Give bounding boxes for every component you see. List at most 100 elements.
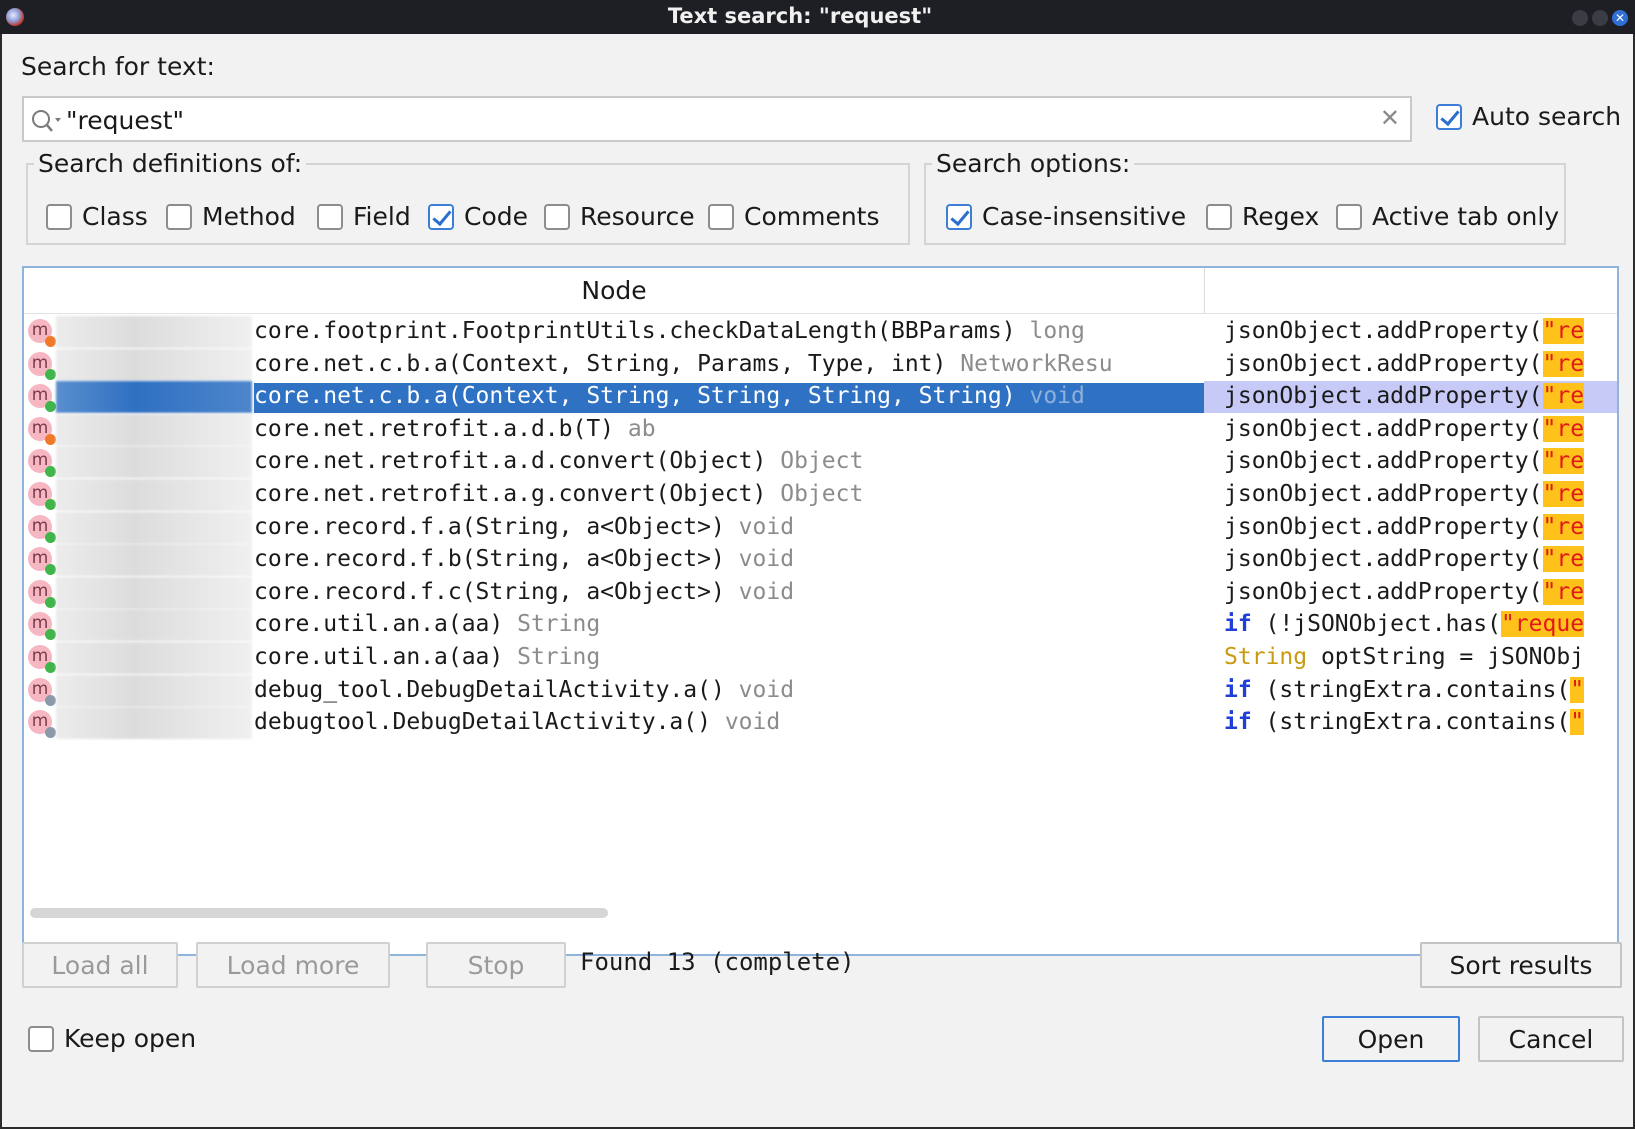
table-row[interactable]: m debugtool.DebugDetailActivity.a() void i… bbox=[24, 707, 1617, 740]
column-header-node[interactable]: Node bbox=[24, 276, 1204, 305]
code-cell[interactable]: if (stringExtra.contains(" bbox=[1224, 709, 1617, 739]
method-icon: m bbox=[28, 319, 56, 347]
checkbox-icon[interactable] bbox=[46, 203, 72, 230]
node-cell[interactable]: core.net.retrofit.a.d.convert(Object) Ob… bbox=[254, 448, 1204, 478]
load-all-button[interactable]: Load all bbox=[22, 942, 178, 988]
table-row[interactable]: m core.net.c.b.a(Context, String, String,… bbox=[24, 381, 1617, 414]
keep-open-checkbox[interactable]: Keep open bbox=[28, 1024, 196, 1053]
checkbox-icon[interactable] bbox=[317, 203, 343, 230]
redacted-area bbox=[56, 511, 252, 544]
node-cell[interactable]: core.record.f.a(String, a<Object>) void bbox=[254, 514, 1204, 544]
table-row[interactable]: m core.net.c.b.a(Context, String, Params,… bbox=[24, 348, 1617, 381]
code-cell[interactable]: jsonObject.addProperty("re bbox=[1224, 481, 1617, 511]
load-more-button[interactable]: Load more bbox=[196, 942, 390, 988]
minimize-button[interactable] bbox=[1572, 10, 1588, 26]
code-cell[interactable]: if (stringExtra.contains(" bbox=[1224, 676, 1617, 707]
node-cell[interactable]: core.record.f.c(String, a<Object>) void bbox=[254, 579, 1204, 609]
table-row[interactable]: m core.util.an.a(aa) String if (!jSONObjec… bbox=[24, 609, 1617, 642]
checkbox-icon[interactable] bbox=[708, 203, 734, 230]
code-fragment: String bbox=[1224, 644, 1308, 670]
node-cell[interactable]: core.net.retrofit.a.g.convert(Object) Ob… bbox=[254, 481, 1204, 511]
definitions-checkbox-class[interactable]: Class bbox=[46, 202, 148, 231]
code-fragment: "re bbox=[1542, 318, 1585, 344]
checkbox-icon[interactable] bbox=[28, 1025, 54, 1052]
sort-results-button[interactable]: Sort results bbox=[1420, 942, 1622, 988]
definitions-checkbox-comments[interactable]: Comments bbox=[708, 202, 880, 231]
code-cell[interactable]: jsonObject.addProperty("re bbox=[1224, 513, 1617, 544]
node-cell[interactable]: core.util.an.a(aa) String bbox=[254, 644, 1204, 674]
code-cell[interactable]: jsonObject.addProperty("re bbox=[1224, 578, 1617, 609]
definitions-checkbox-resource[interactable]: Resource bbox=[544, 202, 695, 231]
auto-search-checkbox[interactable]: Auto search bbox=[1436, 102, 1621, 131]
code-cell[interactable]: if (!jSONObject.has("reque bbox=[1224, 611, 1617, 641]
definitions-checkbox-field[interactable]: Field bbox=[317, 202, 411, 231]
checkbox-icon[interactable] bbox=[1336, 203, 1362, 230]
code-fragment: jsonObject.addProperty( bbox=[1224, 350, 1543, 377]
table-row[interactable]: m core.util.an.a(aa) String String optStri… bbox=[24, 642, 1617, 674]
node-cell[interactable]: core.footprint.FootprintUtils.checkDataL… bbox=[254, 318, 1204, 348]
horizontal-scrollbar[interactable] bbox=[30, 908, 608, 918]
table-row[interactable]: m core.footprint.FootprintUtils.checkData… bbox=[24, 316, 1617, 348]
node-cell[interactable]: core.net.c.b.a(Context, String, String, … bbox=[254, 383, 1204, 414]
node-cell[interactable]: core.record.f.b(String, a<Object>) void bbox=[254, 546, 1204, 576]
code-cell[interactable]: jsonObject.addProperty("re bbox=[1224, 350, 1617, 381]
checkbox-icon[interactable] bbox=[1436, 103, 1462, 130]
method-icon: m bbox=[28, 514, 56, 543]
code-fragment: (stringExtra.contains( bbox=[1251, 709, 1571, 736]
checkbox-icon[interactable] bbox=[428, 203, 454, 230]
open-button[interactable]: Open bbox=[1322, 1016, 1460, 1062]
redacted-area bbox=[56, 413, 252, 446]
checkbox-icon[interactable] bbox=[1206, 203, 1232, 230]
node-signature: core.footprint.FootprintUtils.checkDataL… bbox=[254, 318, 1016, 344]
checkbox-icon[interactable] bbox=[946, 203, 972, 230]
redacted-area bbox=[56, 479, 252, 511]
table-row[interactable]: m debug_tool.DebugDetailActivity.a() void… bbox=[24, 674, 1617, 707]
table-row[interactable]: m core.record.f.a(String, a<Object>) void… bbox=[24, 511, 1617, 544]
redacted-area bbox=[56, 674, 252, 707]
table-header: Node bbox=[24, 268, 1617, 314]
node-signature: core.net.retrofit.a.d.convert(Object) bbox=[254, 448, 767, 475]
node-cell[interactable]: core.util.an.a(aa) String bbox=[254, 611, 1204, 641]
access-dot-icon bbox=[45, 629, 56, 641]
clear-search-icon[interactable]: ✕ bbox=[1380, 104, 1400, 132]
node-cell[interactable]: debug_tool.DebugDetailActivity.a() void bbox=[254, 677, 1204, 707]
definitions-checkbox-method[interactable]: Method bbox=[166, 202, 296, 231]
node-cell[interactable]: core.net.c.b.a(Context, String, Params, … bbox=[254, 351, 1204, 381]
maximize-button[interactable] bbox=[1592, 10, 1608, 26]
cancel-button[interactable]: Cancel bbox=[1478, 1016, 1624, 1062]
code-cell[interactable]: jsonObject.addProperty("re bbox=[1224, 415, 1617, 446]
node-signature: core.record.f.c(String, a<Object>) bbox=[254, 578, 725, 605]
table-row[interactable]: m core.net.retrofit.a.d.convert(Object) O… bbox=[24, 446, 1617, 479]
close-window-button[interactable]: ✕ bbox=[1612, 10, 1628, 26]
code-fragment: (!jSONObject.has( bbox=[1251, 611, 1501, 638]
code-fragment: "re bbox=[1542, 546, 1585, 573]
search-icon[interactable] bbox=[30, 107, 66, 135]
stop-button[interactable]: Stop bbox=[426, 942, 566, 988]
node-cell[interactable]: debugtool.DebugDetailActivity.a() void bbox=[254, 709, 1204, 739]
checkbox-label: Case-insensitive bbox=[982, 202, 1187, 231]
node-return-type: void bbox=[738, 676, 795, 703]
node-cell[interactable]: core.net.retrofit.a.d.b(T) ab bbox=[254, 416, 1204, 446]
table-row[interactable]: m core.net.retrofit.a.g.convert(Object) O… bbox=[24, 479, 1617, 511]
definitions-checkbox-code[interactable]: Code bbox=[428, 202, 528, 231]
table-row[interactable]: m core.net.retrofit.a.d.b(T) ab jsonObject… bbox=[24, 413, 1617, 446]
node-return-type: void bbox=[724, 709, 781, 736]
method-icon: m bbox=[28, 449, 56, 478]
options-checkbox-regex[interactable]: Regex bbox=[1206, 202, 1319, 231]
results-table[interactable]: Node m core.footprint.FootprintUtils.chec… bbox=[22, 266, 1619, 956]
code-cell[interactable]: jsonObject.addProperty("re bbox=[1224, 318, 1617, 348]
options-checkbox-case-insensitive[interactable]: Case-insensitive bbox=[946, 202, 1186, 231]
title-bar: Text search: "request" ✕ bbox=[0, 0, 1635, 34]
checkbox-icon[interactable] bbox=[166, 203, 192, 230]
column-separator[interactable] bbox=[1204, 268, 1205, 314]
table-row[interactable]: m core.record.f.b(String, a<Object>) void… bbox=[24, 544, 1617, 577]
code-cell[interactable]: String optString = jSONObj bbox=[1224, 644, 1617, 674]
code-cell[interactable]: jsonObject.addProperty("re bbox=[1224, 448, 1617, 478]
search-input[interactable] bbox=[66, 102, 1356, 138]
table-row[interactable]: m core.record.f.c(String, a<Object>) void… bbox=[24, 576, 1617, 609]
code-cell[interactable]: jsonObject.addProperty("re bbox=[1224, 383, 1617, 413]
access-dot-icon bbox=[45, 336, 56, 347]
checkbox-icon[interactable] bbox=[544, 203, 570, 230]
options-checkbox-active-tab-only[interactable]: Active tab only bbox=[1336, 202, 1559, 231]
code-cell[interactable]: jsonObject.addProperty("re bbox=[1224, 546, 1617, 576]
